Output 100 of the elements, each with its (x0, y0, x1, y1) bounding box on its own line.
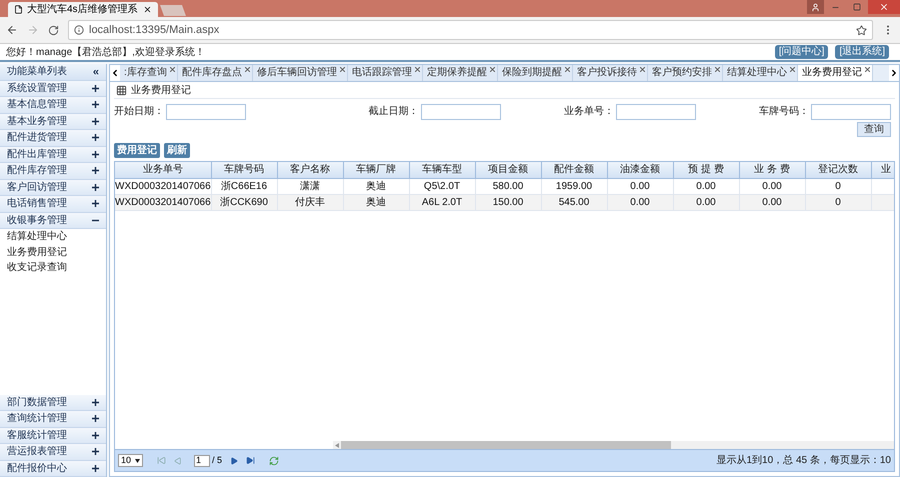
column-header[interactable]: 车牌号码 (211, 162, 277, 178)
submenu-item[interactable]: 业务费用登记 (0, 244, 106, 260)
browser-tab[interactable]: 大型汽车4s店维修管理系 (8, 2, 158, 17)
query-button[interactable]: 查询 (857, 122, 891, 137)
tab-close-icon[interactable] (340, 67, 345, 72)
sidebar-item[interactable]: 配件库存管理 (0, 163, 106, 180)
chevron-left-icon (110, 68, 120, 78)
plus-icon[interactable] (92, 184, 99, 191)
action-button[interactable]: 刷新 (164, 142, 190, 158)
header-button[interactable]: [问题中心] (774, 45, 828, 59)
column-header[interactable]: 项目金额 (475, 162, 541, 178)
sidebar-item[interactable]: 客户回访管理 (0, 180, 106, 196)
collapse-button[interactable]: « (92, 64, 99, 80)
tab-close-icon[interactable] (714, 67, 720, 72)
sidebar-item[interactable]: 系统设置管理 (0, 80, 106, 97)
close-icon[interactable] (143, 5, 152, 14)
column-header[interactable]: 配件金额 (541, 162, 607, 178)
back-icon[interactable] (6, 24, 18, 36)
table-cell: A6L 2.0T (422, 196, 462, 208)
page-input[interactable]: 1 (194, 454, 210, 466)
page-tab[interactable]: 修后车辆回访管理 (252, 65, 348, 81)
profile-button[interactable] (807, 0, 824, 14)
scroll-right-button[interactable] (889, 65, 899, 81)
sidebar-item[interactable]: 客服统计管理 (0, 428, 106, 444)
tab-close-icon[interactable] (244, 67, 250, 72)
plus-icon[interactable] (92, 448, 99, 456)
page-tab[interactable]: 配件库存盘点 (178, 65, 253, 81)
page-tab[interactable]: 电话跟踪管理 (348, 65, 423, 81)
plus-icon[interactable] (92, 432, 99, 439)
horizontal-scrollbar[interactable] (333, 441, 894, 449)
sidebar-item[interactable]: 电话销售管理 (0, 196, 106, 212)
scrollbar-thumb[interactable] (341, 441, 671, 449)
sidebar-item[interactable]: 配件进货管理 (0, 130, 106, 146)
column-header[interactable]: 油漆金额 (607, 162, 673, 178)
sidebar-item[interactable]: 营运报表管理 (0, 444, 106, 460)
plus-icon[interactable] (92, 84, 99, 92)
column-header[interactable]: 登记次数 (805, 162, 871, 178)
scroll-left-arrow-icon[interactable] (335, 442, 339, 448)
submenu-item[interactable]: 收支记录查询 (0, 260, 106, 276)
sidebar-item[interactable]: 基本信息管理 (0, 97, 106, 114)
page-tab[interactable]: 客户预约安排 (648, 65, 723, 81)
sidebar-item[interactable]: 部门数据管理 (0, 394, 106, 411)
plus-icon[interactable] (92, 118, 99, 125)
table-cell: WXD0003201407066 (115, 180, 210, 192)
table-cell: 150.00 (492, 196, 524, 208)
column-header[interactable]: 业务单号 (115, 162, 211, 178)
plus-icon[interactable] (92, 398, 99, 406)
scroll-left-button[interactable] (110, 65, 120, 81)
plus-icon[interactable] (92, 415, 99, 422)
page-icon (14, 5, 23, 14)
sidebar-item[interactable]: 配件报价中心 (0, 460, 106, 477)
sidebar-item[interactable]: 配件出库管理 (0, 146, 106, 163)
tab-close-icon[interactable] (170, 67, 175, 72)
page-tab[interactable]: 业务费用登记 (798, 65, 873, 81)
tab-close-icon[interactable] (790, 67, 795, 72)
tab-close-icon[interactable] (414, 67, 420, 72)
column-header[interactable]: 车辆车型 (409, 162, 475, 178)
plus-icon[interactable] (92, 464, 99, 472)
last-page-icon[interactable] (246, 456, 256, 465)
plus-icon[interactable] (92, 150, 99, 158)
action-button[interactable]: 费用登记 (114, 142, 160, 158)
table-cell: 0 (835, 180, 841, 192)
column-header[interactable]: 客户名称 (277, 162, 343, 178)
table-cell: 付庆丰 (295, 196, 325, 208)
plus-icon[interactable] (92, 101, 99, 108)
submenu-item[interactable]: 结算处理中心 (0, 229, 106, 244)
refresh-icon[interactable] (269, 456, 280, 466)
filter-label: 截止日期： (368, 104, 418, 119)
next-page-icon[interactable] (230, 456, 238, 464)
tab-close-icon[interactable] (864, 67, 870, 72)
close-window-button[interactable] (868, 0, 900, 14)
plus-icon[interactable] (92, 134, 99, 142)
column-header[interactable]: 业 (871, 162, 894, 178)
page-tab[interactable]: :库存查询 (120, 65, 178, 81)
plus-icon[interactable] (92, 200, 99, 208)
filter-input[interactable] (420, 104, 500, 120)
column-header[interactable]: 预 提 费 (673, 162, 739, 178)
table-cell: 0.00 (630, 196, 650, 208)
filter-input[interactable] (166, 104, 246, 120)
greeting-text: 您好！manage【君浩总部】,欢迎登录系统！ (6, 46, 205, 60)
sidebar-item[interactable]: 查询统计管理 (0, 411, 106, 428)
column-header[interactable]: 业 务 费 (739, 162, 805, 178)
sidebar-item[interactable]: 收银事务管理 (0, 212, 106, 229)
filter-input[interactable] (616, 104, 696, 120)
tab-close-icon[interactable] (640, 67, 645, 72)
page-tab[interactable]: 客户投诉接待 (572, 65, 648, 81)
page-tab[interactable]: 结算处理中心 (722, 65, 798, 81)
tab-close-icon[interactable] (564, 67, 570, 72)
filter-input[interactable] (811, 104, 891, 120)
bookmark-star-icon[interactable] (856, 24, 867, 36)
tab-close-icon[interactable] (490, 67, 495, 72)
address-bar[interactable]: localhost:13395/Main.aspx (68, 20, 873, 40)
sidebar-item[interactable]: 基本业务管理 (0, 114, 106, 130)
page-tab[interactable]: 定期保养提醒 (422, 65, 498, 81)
column-header[interactable]: 车辆厂牌 (343, 162, 409, 178)
page-size-select[interactable]: 10 (118, 454, 143, 467)
plus-icon[interactable] (92, 167, 99, 174)
reload-icon[interactable] (48, 24, 59, 36)
page-tab[interactable]: 保险到期提醒 (498, 65, 573, 81)
header-button[interactable]: [退出系统] (835, 45, 889, 59)
